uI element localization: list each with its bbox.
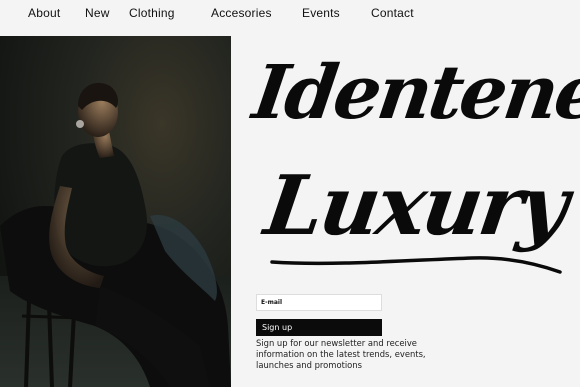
signup-button[interactable]: Sign up: [256, 319, 382, 336]
hero-photo: [0, 36, 231, 387]
hero-title-line1: Identene: [247, 50, 580, 136]
newsletter-form: Sign up: [256, 291, 382, 336]
title-swash-decoration: [270, 256, 562, 274]
top-nav: About New Clothing Accesories Events Con…: [0, 0, 580, 36]
newsletter-description: Sign up for our newsletter and receive i…: [256, 338, 426, 370]
nav-link-clothing[interactable]: Clothing: [129, 6, 175, 20]
nav-link-new[interactable]: New: [85, 6, 110, 20]
email-field[interactable]: [256, 294, 382, 311]
nav-link-accesories[interactable]: Accesories: [211, 6, 272, 20]
nav-link-events[interactable]: Events: [302, 6, 340, 20]
nav-link-contact[interactable]: Contact: [371, 6, 414, 20]
model-silhouette-image: [0, 36, 231, 387]
nav-link-about[interactable]: About: [28, 6, 60, 20]
